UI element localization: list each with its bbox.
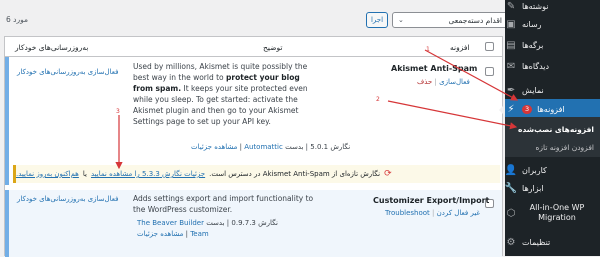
annotation-number: 2 <box>376 96 380 103</box>
sidebar-item-media[interactable]: رسانه ▣ <box>505 14 600 34</box>
settings-icon: ⚙ <box>506 236 516 248</box>
bulk-action-select[interactable]: اقدام دسته‌جمعی ⌄ <box>392 12 508 28</box>
main-content: 6 مورد اجرا اقدام دسته‌جمعی ⌄ به‌روزرسان… <box>0 0 508 257</box>
author-link[interactable]: Automattic <box>244 143 283 151</box>
view-details-link[interactable]: مشاهده جزئیات <box>191 143 237 151</box>
activate-link[interactable]: فعال‌سازی <box>439 78 470 86</box>
bulk-actions-bar: 6 مورد اجرا اقدام دسته‌جمعی ⌄ <box>6 10 508 30</box>
version-text: نگارش 0.9.7.3 <box>231 219 278 227</box>
plugin-description: Used by millions, Akismet is quite possi… <box>133 62 308 126</box>
annotation-number: 1 <box>426 46 430 53</box>
active-arrow <box>499 104 505 116</box>
plugin-meta: نگارش 0.9.7.3 | بدست The Beaver Builder <box>137 219 278 227</box>
sidebar-item-migration[interactable]: All-in-One WP Migration ⬡ <box>505 198 600 228</box>
plugin-name: Customizer Export/Import <box>373 196 490 205</box>
row-actions: غیر فعال کردن | Troubleshoot <box>385 209 481 217</box>
notice-text: نگارش تازه‌ای از Akismet Anti-Spam در دس… <box>209 170 381 178</box>
row-checkbox[interactable] <box>485 67 494 76</box>
media-icon: ▣ <box>506 18 516 30</box>
delete-link[interactable]: حذف <box>417 78 432 86</box>
bulk-action-label: اقدام دسته‌جمعی <box>448 15 502 25</box>
notice-or: یا <box>82 170 87 178</box>
plugin-icon: ⚡ <box>507 103 515 115</box>
enable-auto-update-link[interactable]: فعال‌سازی به‌روزرسانی‌های خودکار <box>17 68 118 76</box>
sidebar-item-pages[interactable]: برگه‌ها ▤ <box>505 35 600 55</box>
submenu-installed-plugins[interactable]: افزونه‌های نصب‌شده <box>505 125 594 134</box>
pin-icon: ✎ <box>506 0 516 12</box>
by-text: بدست <box>206 219 225 227</box>
view-details-link[interactable]: مشاهده جزئیات <box>137 230 183 238</box>
sidebar-item-appearance[interactable]: نمایش ✒ <box>505 80 600 100</box>
plugin-description: Adds settings export and import function… <box>133 194 314 214</box>
plugins-submenu: افزونه‌های نصب‌شده افزودن افزونه تازه <box>505 117 600 157</box>
update-icon: ⟳ <box>384 169 392 179</box>
migration-icon: ⬡ <box>506 207 516 219</box>
header-description: توضیح <box>263 43 283 52</box>
sidebar-item-settings[interactable]: تنظیمات ⚙ <box>505 232 600 252</box>
wrench-icon: 🔧 <box>504 182 518 194</box>
update-now-link[interactable]: هم‌اکنون به‌روز نمایید. <box>16 170 79 178</box>
plugin-name: Akismet Anti-Spam <box>391 64 478 73</box>
row-actions: فعال‌سازی | حذف <box>417 78 470 86</box>
apply-button[interactable]: اجرا <box>366 12 388 28</box>
plugins-table: به‌روزرسانی‌های خودکار توضیح افزونه Akis… <box>4 36 503 257</box>
chevron-down-icon: ⌄ <box>398 16 404 24</box>
author-link-2[interactable]: Team <box>190 230 209 238</box>
admin-sidebar: نوشته‌ها ✎ رسانه ▣ برگه‌ها ▤ دیدگاه‌ها ✉… <box>499 0 600 256</box>
header-auto-updates: به‌روزرسانی‌های خودکار <box>15 43 89 52</box>
submenu-add-new[interactable]: افزودن افزونه تازه <box>505 143 594 152</box>
sidebar-item-users[interactable]: کاربران 👤 <box>505 160 600 180</box>
select-all-checkbox[interactable] <box>485 42 494 51</box>
table-row: Customizer Export/Import غیر فعال کردن |… <box>5 190 502 257</box>
user-icon: 👤 <box>504 164 518 176</box>
troubleshoot-link[interactable]: Troubleshoot <box>385 209 430 217</box>
page-icon: ▤ <box>506 39 516 51</box>
author-link[interactable]: The Beaver Builder <box>137 219 204 227</box>
sidebar-item-tools[interactable]: ابزارها 🔧 <box>505 178 600 198</box>
plugin-meta-2: Team | مشاهده جزئیات <box>137 230 209 238</box>
update-count-badge: 3 <box>522 104 533 114</box>
brush-icon: ✒ <box>506 84 516 96</box>
sidebar-item-plugins[interactable]: افزونه‌ها 3 ⚡ <box>505 99 600 119</box>
header-plugin[interactable]: افزونه <box>450 43 470 52</box>
plugin-meta: نگارش 5.0.1 | بدست Automattic | مشاهده ج… <box>191 143 351 151</box>
view-version-details-link[interactable]: جزئیات نگارش 5.3.3 را مشاهده نمایید <box>91 170 205 178</box>
annotation-number: 3 <box>116 108 120 115</box>
by-text: بدست <box>285 143 304 151</box>
update-notice: ⟳ نگارش تازه‌ای از Akismet Anti-Spam در … <box>13 165 500 183</box>
items-count: 6 مورد <box>6 15 29 24</box>
version-text: نگارش 5.0.1 <box>310 143 351 151</box>
comment-icon: ✉ <box>506 60 516 72</box>
enable-auto-update-link[interactable]: فعال‌سازی به‌روزرسانی‌های خودکار <box>17 195 118 203</box>
deactivate-link[interactable]: غیر فعال کردن <box>437 209 480 217</box>
sidebar-item-comments[interactable]: دیدگاه‌ها ✉ <box>505 56 600 76</box>
